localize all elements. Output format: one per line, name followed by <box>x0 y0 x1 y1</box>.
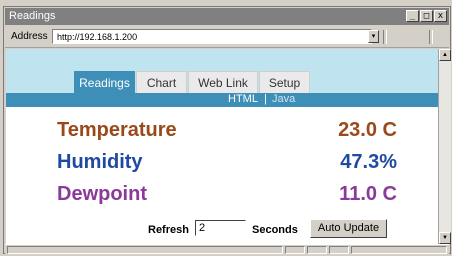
refresh-label: Refresh <box>148 224 189 236</box>
toolbar-divider <box>383 30 387 44</box>
humidity-value: 47.3% <box>340 151 397 173</box>
address-input[interactable]: http://192.168.1.200 <box>52 29 372 44</box>
scroll-up-icon[interactable]: ▲ <box>439 49 451 61</box>
address-label: Address <box>11 31 48 42</box>
maximize-button[interactable]: □ <box>420 10 433 22</box>
tab-web-link[interactable]: Web Link <box>188 71 258 93</box>
toolbar-divider <box>429 30 433 44</box>
status-cell <box>329 246 349 254</box>
close-button[interactable]: x <box>434 10 447 22</box>
minimize-button[interactable]: _ <box>406 10 419 22</box>
html-link[interactable]: HTML <box>228 93 258 105</box>
subnav-separator: | <box>264 93 267 105</box>
temperature-label: Temperature <box>57 119 177 141</box>
sub-navigation: HTML | Java <box>6 93 438 107</box>
tab-setup[interactable]: Setup <box>259 71 310 93</box>
window-title: Readings <box>9 10 56 22</box>
status-cell <box>285 246 305 254</box>
title-bar[interactable]: Readings _ □ x <box>5 8 449 25</box>
dewpoint-label: Dewpoint <box>57 183 147 205</box>
status-cell <box>7 246 283 254</box>
browser-window: Readings _ □ x Address http://192.168.1.… <box>3 6 451 255</box>
refresh-controls: Refresh 2 Seconds Auto Update <box>6 219 438 240</box>
seconds-label: Seconds <box>252 224 298 236</box>
dewpoint-value: 11.0 C <box>339 183 397 205</box>
humidity-label: Humidity <box>57 151 143 173</box>
refresh-input[interactable]: 2 <box>195 220 246 236</box>
status-bar <box>5 244 449 255</box>
status-cell <box>307 246 327 254</box>
java-link[interactable]: Java <box>272 93 295 105</box>
temperature-value: 23.0 C <box>338 119 397 141</box>
vertical-scrollbar[interactable]: ▲ ▼ <box>438 49 451 244</box>
tab-chart[interactable]: Chart <box>136 71 187 93</box>
page-content: Readings Chart Web Link Setup HTML | Jav… <box>6 49 438 244</box>
address-dropdown-icon[interactable]: ▾ <box>368 30 379 43</box>
scroll-down-icon[interactable]: ▼ <box>439 232 451 244</box>
tab-readings[interactable]: Readings <box>74 71 135 93</box>
window-controls: _ □ x <box>406 10 447 23</box>
auto-update-button[interactable]: Auto Update <box>310 219 387 238</box>
status-cell <box>351 246 447 254</box>
address-bar: Address http://192.168.1.200 ▾ <box>5 27 449 48</box>
